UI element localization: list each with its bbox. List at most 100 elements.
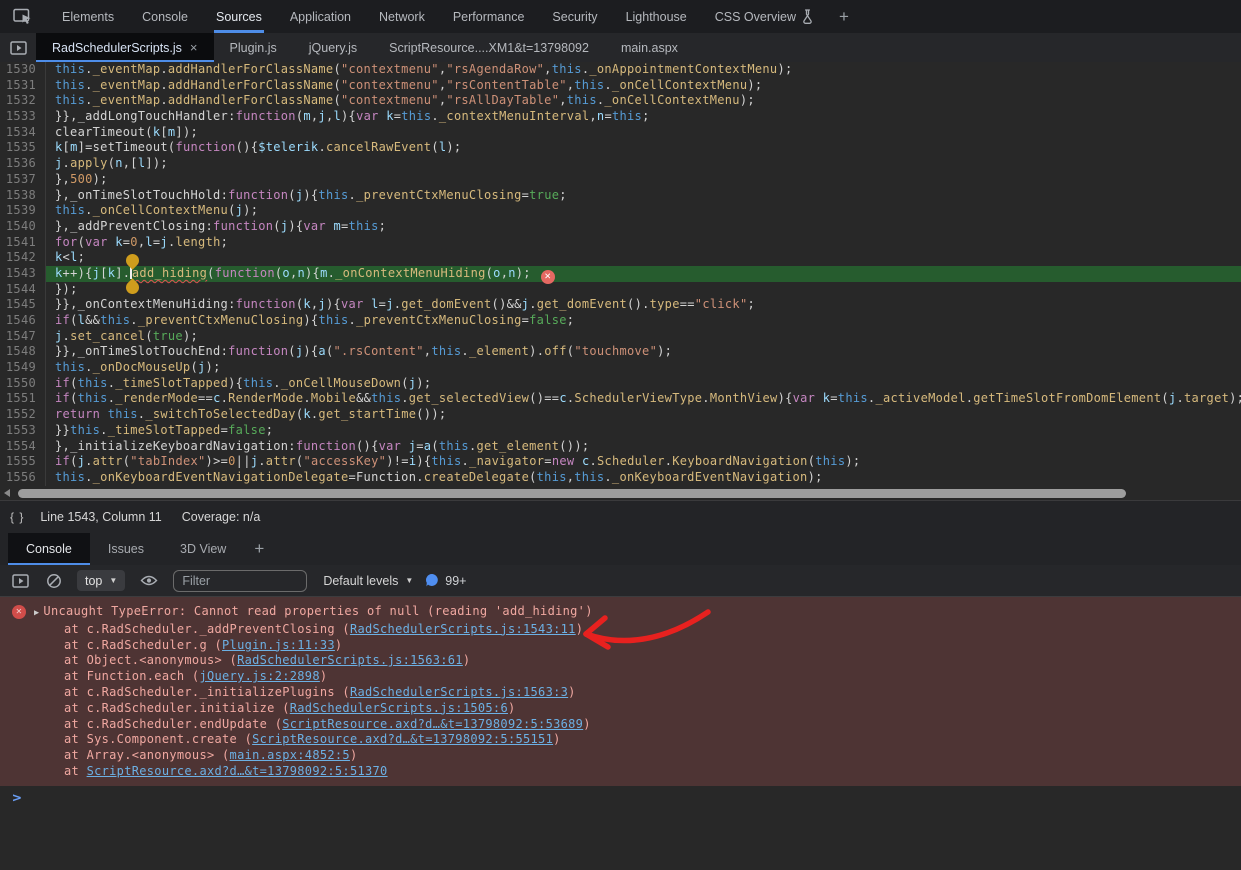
line-number[interactable]: 1536: [0, 156, 46, 172]
line-number[interactable]: 1538: [0, 188, 46, 204]
line-number[interactable]: 1556: [0, 470, 46, 486]
code-text[interactable]: return this._switchToSelectedDay(k.get_s…: [46, 407, 1241, 423]
scrollbar-left-arrow-icon[interactable]: [4, 489, 10, 497]
tab-security[interactable]: Security: [538, 0, 611, 33]
tab-elements[interactable]: Elements: [48, 0, 128, 33]
line-number[interactable]: 1534: [0, 125, 46, 141]
code-text[interactable]: }},_onContextMenuHiding:function(k,j){va…: [46, 297, 1241, 313]
clear-console-icon[interactable]: [43, 573, 65, 589]
code-text[interactable]: this._onCellContextMenu(j);: [46, 203, 1241, 219]
pretty-print-icon[interactable]: { }: [10, 510, 24, 524]
stack-frame-link[interactable]: ScriptResource.axd?d…&t=13798092:5:55151: [252, 732, 553, 746]
code-text[interactable]: if(this._timeSlotTapped){this._onCellMou…: [46, 376, 1241, 392]
drawer-tab-console[interactable]: Console: [8, 533, 90, 565]
expand-triangle-icon[interactable]: ▶: [34, 606, 39, 622]
file-tab-radschedulerscripts-js[interactable]: RadSchedulerScripts.js×: [36, 33, 214, 62]
code-text[interactable]: });: [46, 282, 1241, 298]
code-text[interactable]: k[m]=setTimeout(function(){$telerik.canc…: [46, 140, 1241, 156]
code-text[interactable]: k<l;: [46, 250, 1241, 266]
code-text[interactable]: for(var k=0,l=j.length;: [46, 235, 1241, 251]
code-text[interactable]: }}this._timeSlotTapped=false;: [46, 423, 1241, 439]
line-number[interactable]: 1543: [0, 266, 46, 282]
line-number[interactable]: 1546: [0, 313, 46, 329]
line-number[interactable]: 1555: [0, 454, 46, 470]
tab-lighthouse[interactable]: Lighthouse: [612, 0, 701, 33]
file-tab-plugin-js[interactable]: Plugin.js: [214, 33, 293, 62]
line-number[interactable]: 1531: [0, 78, 46, 94]
line-number[interactable]: 1539: [0, 203, 46, 219]
code-text[interactable]: j.apply(n,[l]);: [46, 156, 1241, 172]
more-tools-button[interactable]: +: [829, 0, 859, 33]
stack-frame-link[interactable]: jQuery.js:2:2898: [199, 669, 319, 683]
close-icon[interactable]: ×: [190, 41, 198, 54]
code-text[interactable]: this._eventMap.addHandlerForClassName("c…: [46, 78, 1241, 94]
code-text[interactable]: if(l&&this._preventCtxMenuClosing){this.…: [46, 313, 1241, 329]
tab-sources[interactable]: Sources: [202, 0, 276, 33]
stack-frame-link[interactable]: ScriptResource.axd?d…&t=13798092:5:53689: [282, 717, 583, 731]
stack-frame-link[interactable]: RadSchedulerScripts.js:1505:6: [290, 701, 508, 715]
code-text[interactable]: },500);: [46, 172, 1241, 188]
code-text[interactable]: }},_onTimeSlotTouchEnd:function(j){a(".r…: [46, 344, 1241, 360]
line-number[interactable]: 1545: [0, 297, 46, 313]
code-text[interactable]: this._onDocMouseUp(j);: [46, 360, 1241, 376]
console-sidebar-icon[interactable]: [9, 574, 31, 588]
tab-performance[interactable]: Performance: [439, 0, 539, 33]
line-number[interactable]: 1541: [0, 235, 46, 251]
file-tab-scriptresource-xm1-t-13798092[interactable]: ScriptResource....XM1&t=13798092: [373, 33, 605, 62]
code-text[interactable]: if(j.attr("tabIndex")>=0||j.attr("access…: [46, 454, 1241, 470]
file-tab-main-aspx[interactable]: main.aspx: [605, 33, 694, 62]
stack-frame-link[interactable]: RadSchedulerScripts.js:1563:3: [350, 685, 568, 699]
code-text[interactable]: },_initializeKeyboardNavigation:function…: [46, 439, 1241, 455]
javascript-context-selector[interactable]: top ▼: [77, 570, 125, 591]
code-text[interactable]: clearTimeout(k[m]);: [46, 125, 1241, 141]
code-text[interactable]: this._onKeyboardEventNavigationDelegate=…: [46, 470, 1241, 486]
console-prompt[interactable]: >: [0, 786, 1241, 812]
tab-network[interactable]: Network: [365, 0, 439, 33]
scrollbar-thumb[interactable]: [18, 489, 1126, 498]
stack-frame-link[interactable]: RadSchedulerScripts.js:1543:11: [350, 622, 576, 636]
stack-frame-link[interactable]: main.aspx:4852:5: [230, 748, 350, 762]
line-number[interactable]: 1540: [0, 219, 46, 235]
messages-count-badge[interactable]: 99+: [425, 573, 466, 588]
line-number[interactable]: 1554: [0, 439, 46, 455]
horizontal-scrollbar[interactable]: [0, 486, 1241, 500]
stack-frame-link[interactable]: ScriptResource.axd?d…&t=13798092:5:51370: [87, 764, 388, 778]
line-number[interactable]: 1533: [0, 109, 46, 125]
live-expression-eye-icon[interactable]: [137, 574, 161, 587]
code-text[interactable]: },_onTimeSlotTouchHold:function(j){this.…: [46, 188, 1241, 204]
line-number[interactable]: 1551: [0, 391, 46, 407]
code-text[interactable]: j.set_cancel(true);: [46, 329, 1241, 345]
code-text[interactable]: k++){j[k].add_hiding(function(o,n){m._on…: [46, 266, 1241, 282]
code-text[interactable]: },_addPreventClosing:function(j){var m=t…: [46, 219, 1241, 235]
line-number[interactable]: 1530: [0, 62, 46, 78]
stack-frame-link[interactable]: RadSchedulerScripts.js:1563:61: [237, 653, 463, 667]
tab-css-overview[interactable]: CSS Overview: [701, 0, 829, 33]
line-number[interactable]: 1548: [0, 344, 46, 360]
stack-frame-link[interactable]: Plugin.js:11:33: [222, 638, 335, 652]
line-number[interactable]: 1532: [0, 93, 46, 109]
line-number[interactable]: 1544: [0, 282, 46, 298]
drawer-tab-3d-view[interactable]: 3D View: [162, 533, 244, 565]
file-tab-jquery-js[interactable]: jQuery.js: [293, 33, 373, 62]
navigator-toggle-icon[interactable]: [0, 33, 36, 62]
line-number[interactable]: 1553: [0, 423, 46, 439]
code-text[interactable]: if(this._renderMode==c.RenderMode.Mobile…: [46, 391, 1241, 407]
code-editor[interactable]: 1530this._eventMap.addHandlerForClassNam…: [0, 62, 1241, 486]
drawer-tab-issues[interactable]: Issues: [90, 533, 162, 565]
line-number[interactable]: 1537: [0, 172, 46, 188]
line-number[interactable]: 1547: [0, 329, 46, 345]
inspect-icon[interactable]: [6, 0, 40, 33]
console-filter-input[interactable]: [173, 570, 307, 592]
log-levels-dropdown[interactable]: Default levels ▼: [323, 574, 413, 588]
tab-application[interactable]: Application: [276, 0, 365, 33]
line-number[interactable]: 1542: [0, 250, 46, 266]
line-number[interactable]: 1549: [0, 360, 46, 376]
line-number[interactable]: 1535: [0, 140, 46, 156]
code-text[interactable]: }},_addLongTouchHandler:function(m,j,l){…: [46, 109, 1241, 125]
add-drawer-tab-button[interactable]: +: [244, 533, 274, 565]
code-text[interactable]: this._eventMap.addHandlerForClassName("c…: [46, 62, 1241, 78]
line-number[interactable]: 1552: [0, 407, 46, 423]
code-text[interactable]: this._eventMap.addHandlerForClassName("c…: [46, 93, 1241, 109]
tab-console[interactable]: Console: [128, 0, 202, 33]
line-number[interactable]: 1550: [0, 376, 46, 392]
